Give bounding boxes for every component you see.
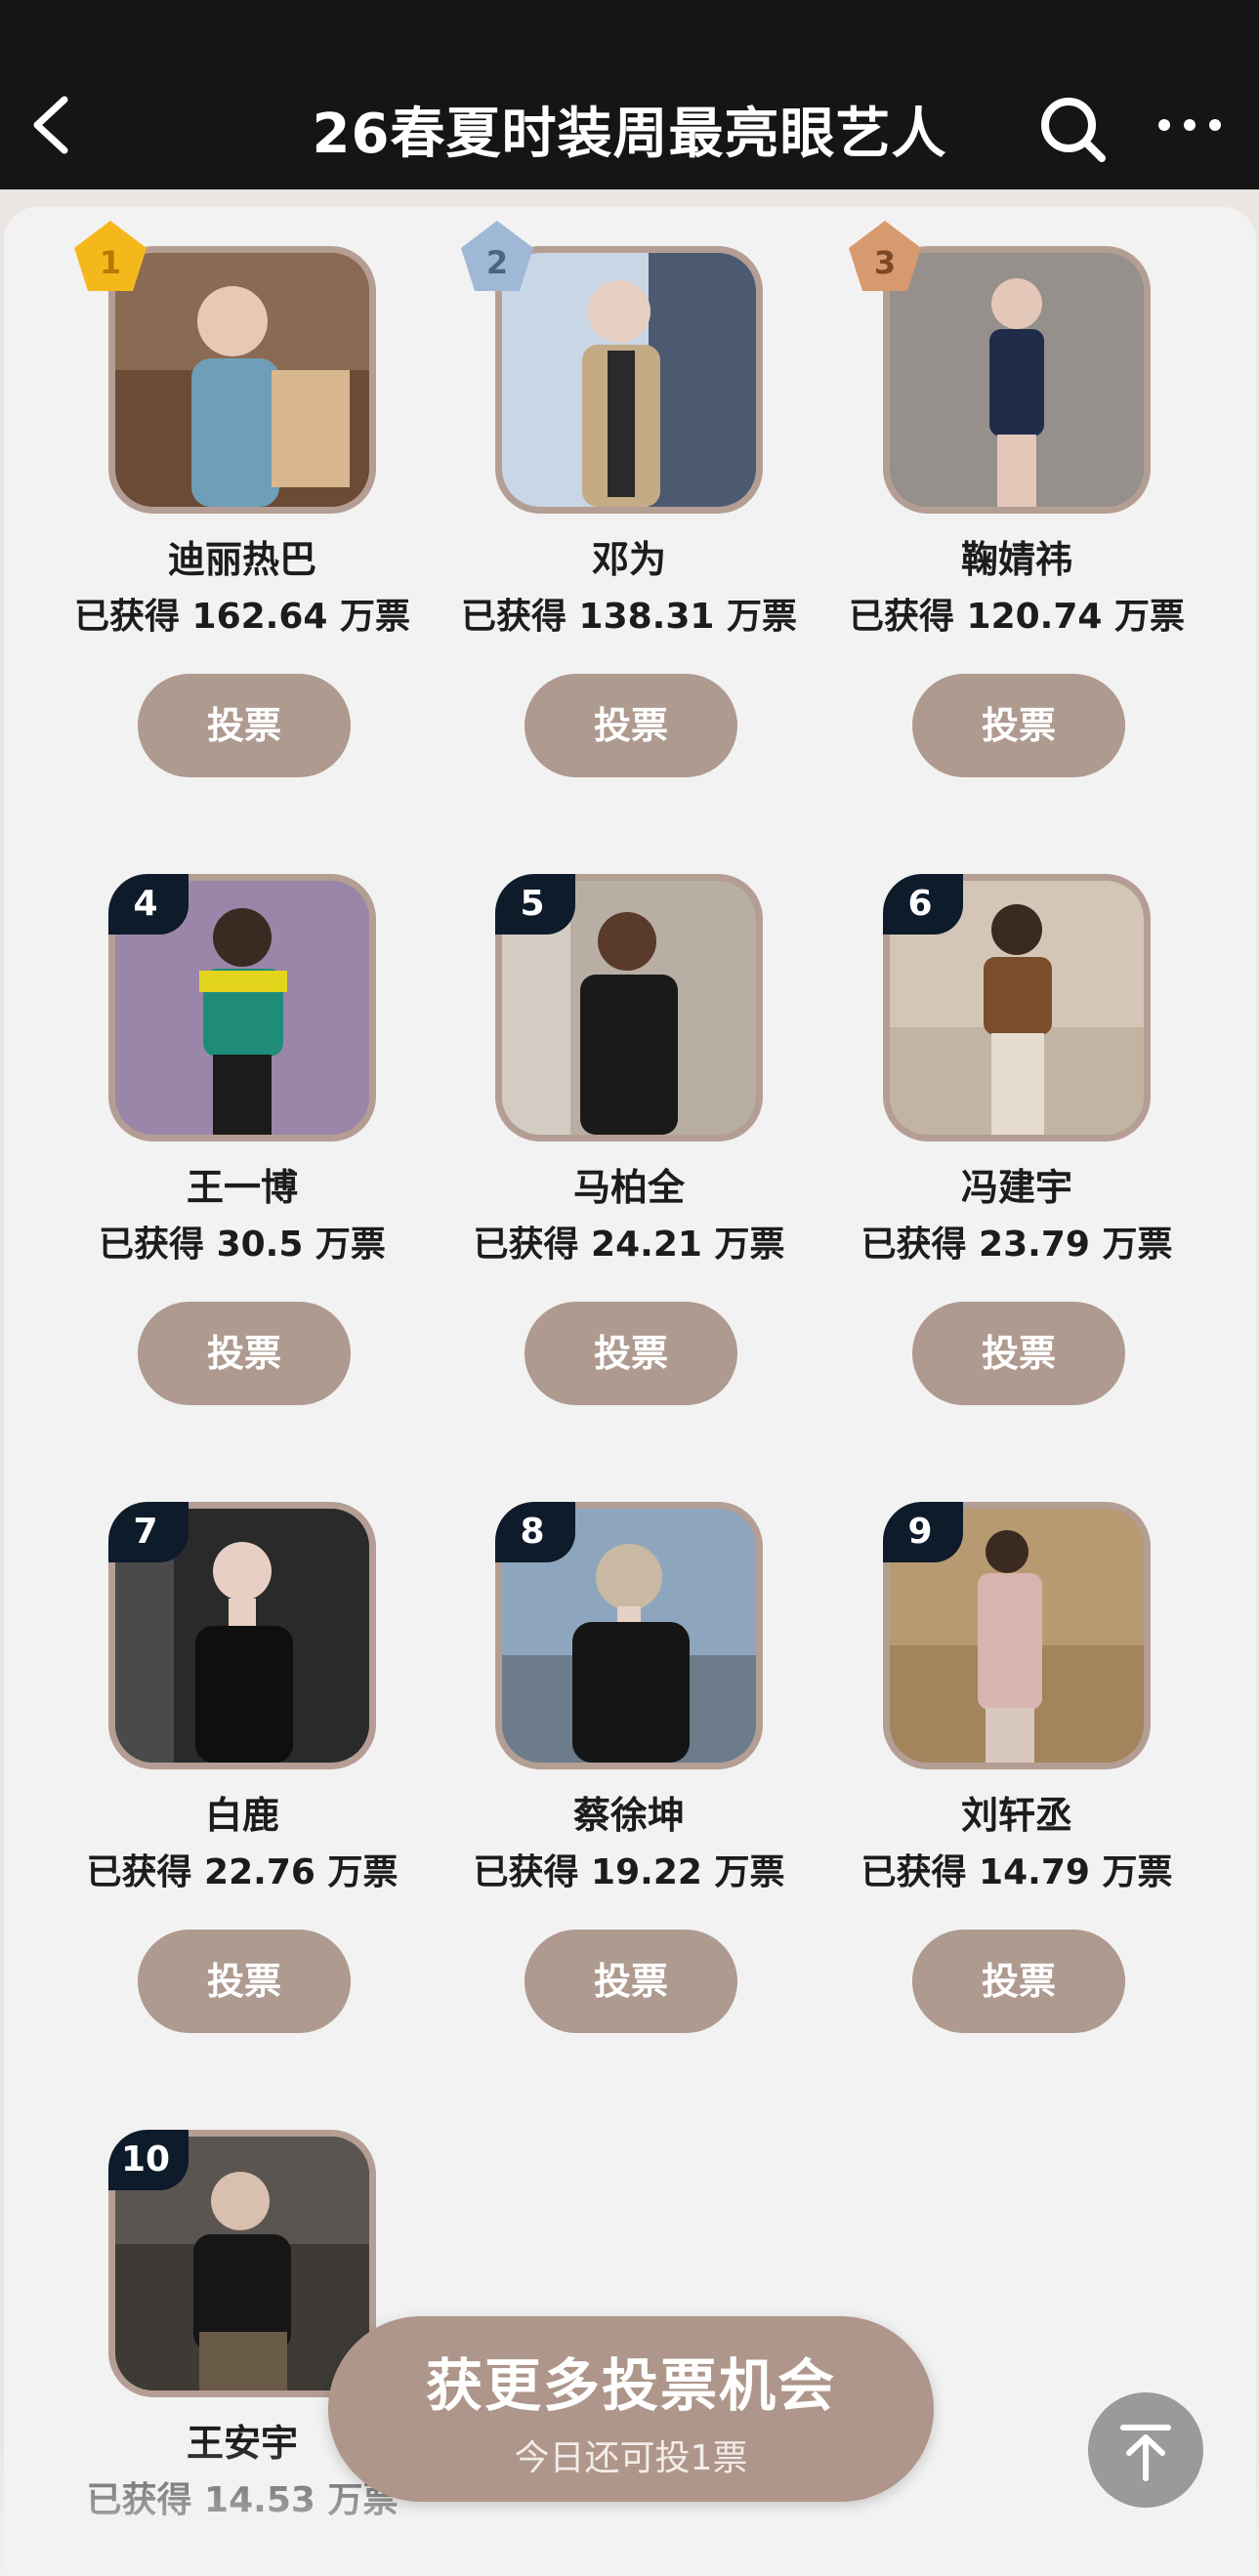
- more-chances-title: 获更多投票机会: [425, 2352, 836, 2419]
- artist-name: 邓为: [591, 538, 666, 581]
- artist-card[interactable]: 8 蔡徐坤 已获得 19.22 万票 投票: [410, 1463, 801, 2039]
- rank-badge: 5: [495, 874, 575, 935]
- vote-button[interactable]: 投票: [525, 1302, 737, 1405]
- artist-name: 马柏全: [572, 1166, 685, 1209]
- search-icon[interactable]: [1033, 90, 1112, 168]
- vote-count: 已获得 23.79 万票: [860, 1225, 1173, 1265]
- artist-card[interactable]: 7 白鹿 已获得 22.76 万票 投票: [23, 1463, 414, 2039]
- arrow-up-icon: [1120, 2425, 1171, 2481]
- rank-badge: 6: [883, 874, 963, 935]
- top-bar: 26春夏时装周最亮眼艺人: [0, 0, 1259, 189]
- artist-name: 刘轩丞: [960, 1794, 1072, 1837]
- silver-medal-icon: 2: [461, 221, 533, 291]
- artist-card[interactable]: 3 鞠婧祎 已获得 120.74 万票 投票: [798, 207, 1189, 783]
- remaining-votes-text: 今日还可投1票: [514, 2438, 748, 2478]
- vote-count: 已获得 22.76 万票: [86, 1852, 399, 1892]
- vote-button[interactable]: 投票: [912, 1302, 1125, 1405]
- artist-card[interactable]: 9 刘轩丞 已获得 14.79 万票 投票: [798, 1463, 1189, 2039]
- rank-badge: 9: [883, 1502, 963, 1562]
- vote-count: 已获得 120.74 万票: [849, 597, 1185, 637]
- artist-card[interactable]: 5 马柏全 已获得 24.21 万票 投票: [410, 835, 801, 1411]
- svg-text:3: 3: [874, 244, 896, 281]
- artist-name: 迪丽热巴: [167, 538, 316, 581]
- artist-name: 蔡徐坤: [572, 1794, 685, 1837]
- artist-name: 白鹿: [204, 1794, 279, 1837]
- vote-button[interactable]: 投票: [912, 1930, 1125, 2033]
- artist-card[interactable]: 2 邓为 已获得 138.31 万票 投票: [410, 207, 801, 783]
- artist-card[interactable]: 1 迪丽热巴 已获得 162.64 万票 投票: [23, 207, 414, 783]
- vote-button[interactable]: 投票: [138, 674, 351, 777]
- vote-count: 已获得 30.5 万票: [99, 1225, 386, 1265]
- vote-count: 已获得 162.64 万票: [74, 597, 410, 637]
- vote-button[interactable]: 投票: [138, 1302, 351, 1405]
- artist-card[interactable]: 4 王一博 已获得 30.5 万票 投票: [23, 835, 414, 1411]
- rank-badge: 10: [108, 2130, 189, 2190]
- scroll-to-top-button[interactable]: [1088, 2392, 1203, 2508]
- vote-count: 已获得 138.31 万票: [461, 597, 797, 637]
- svg-text:1: 1: [100, 244, 121, 281]
- svg-text:2: 2: [486, 244, 508, 281]
- vote-count: 已获得 19.22 万票: [473, 1852, 785, 1892]
- rank-badge: 7: [108, 1502, 189, 1562]
- artist-name: 冯建宇: [960, 1166, 1072, 1209]
- more-vote-chances-button[interactable]: 获更多投票机会 今日还可投1票: [328, 2316, 934, 2502]
- vote-count: 已获得 24.21 万票: [473, 1225, 785, 1265]
- vote-button[interactable]: 投票: [138, 1930, 351, 2033]
- artist-name: 鞠婧祎: [960, 538, 1072, 581]
- rank-badge: 4: [108, 874, 189, 935]
- vote-button[interactable]: 投票: [525, 674, 737, 777]
- gold-medal-icon: 1: [74, 221, 147, 291]
- artist-name: 王一博: [186, 1166, 298, 1209]
- rank-badge: 8: [495, 1502, 575, 1562]
- vote-button[interactable]: 投票: [525, 1930, 737, 2033]
- vote-count: 已获得 14.79 万票: [860, 1852, 1173, 1892]
- artist-card[interactable]: 6 冯建宇 已获得 23.79 万票 投票: [798, 835, 1189, 1411]
- bronze-medal-icon: 3: [849, 221, 921, 291]
- vote-button[interactable]: 投票: [912, 674, 1125, 777]
- more-dots-icon[interactable]: [1151, 98, 1229, 156]
